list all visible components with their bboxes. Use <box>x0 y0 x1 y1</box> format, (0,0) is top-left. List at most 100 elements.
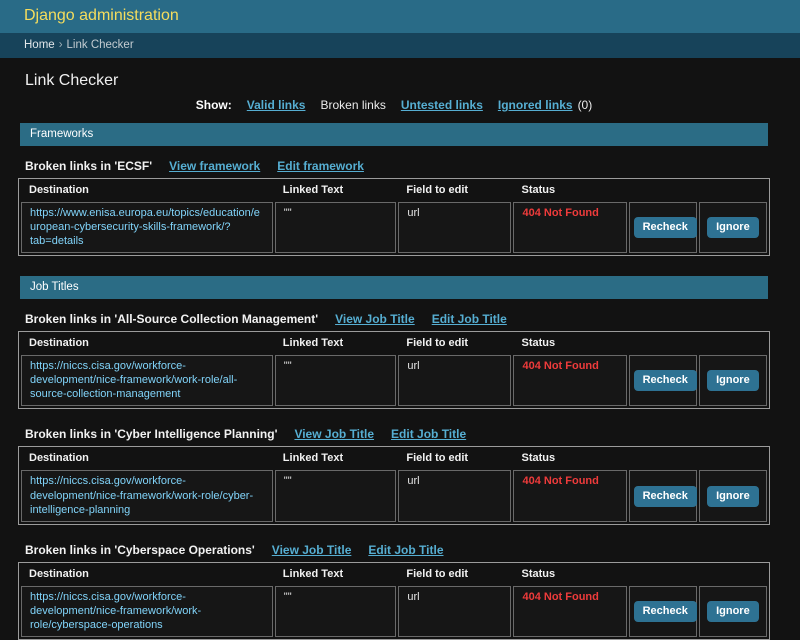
main-content: Link Checker Show: Valid links Broken li… <box>0 58 800 640</box>
column-header-field: Field to edit <box>406 184 469 196</box>
destination-link[interactable]: https://niccs.cisa.gov/workforce-develop… <box>30 360 237 400</box>
breadcrumb-current: Link Checker <box>66 39 134 51</box>
group-heading-row: Broken links in 'Cyber Intelligence Plan… <box>25 427 770 441</box>
column-header-status: Status <box>521 184 556 196</box>
destination-link[interactable]: https://niccs.cisa.gov/workforce-develop… <box>30 475 253 515</box>
module-caption-frameworks: Frameworks <box>20 123 768 146</box>
column-header-recheck <box>629 334 697 353</box>
broken-links-group: Broken links in 'All-Source Collection M… <box>18 312 770 410</box>
group-heading: Broken links in 'Cyber Intelligence Plan… <box>25 427 278 442</box>
show-filter-row: Show: Valid links Broken links Untested … <box>18 98 770 112</box>
module-frameworks: Frameworks Broken links in 'ECSF' View f… <box>18 123 770 257</box>
edit-object-link[interactable]: Edit Job Title <box>432 312 507 326</box>
ignore-cell: Ignore <box>698 355 767 407</box>
ignore-cell: Ignore <box>698 585 767 637</box>
destination-cell: https://niccs.cisa.gov/workforce-develop… <box>21 585 273 637</box>
table-row: https://niccs.cisa.gov/workforce-develop… <box>21 585 767 637</box>
column-header-status: Status <box>521 337 556 350</box>
broken-links-group: Broken links in 'ECSF' View framework Ed… <box>18 159 770 257</box>
column-header-linked-text: Linked Text <box>282 184 344 196</box>
destination-link[interactable]: https://niccs.cisa.gov/workforce-develop… <box>30 591 201 631</box>
broken-links-table: Destination Linked Text Field to edit St… <box>18 178 770 257</box>
column-header-destination: Destination <box>29 337 89 350</box>
column-header-ignore <box>699 181 767 200</box>
broken-links-group: Broken links in 'Cyberspace Operations' … <box>18 543 770 640</box>
filter-broken-links-current: Broken links <box>320 98 386 112</box>
ignore-button[interactable]: Ignore <box>707 600 759 622</box>
view-object-link[interactable]: View framework <box>169 159 260 173</box>
view-object-link[interactable]: View Job Title <box>294 427 374 441</box>
column-header-ignore <box>699 334 767 353</box>
breadcrumb: Home › Link Checker <box>0 33 800 58</box>
column-header-recheck <box>629 449 697 468</box>
module-caption-job-titles: Job Titles <box>20 276 768 300</box>
linked-text-cell: "" <box>274 470 397 522</box>
table-row: https://niccs.cisa.gov/workforce-develop… <box>21 470 767 522</box>
column-header-field: Field to edit <box>406 567 469 580</box>
field-cell: url <box>398 470 512 522</box>
view-object-link[interactable]: View Job Title <box>335 312 415 326</box>
page-title: Link Checker <box>25 72 119 89</box>
status-cell: 404 Not Found <box>513 202 627 254</box>
column-header-field: Field to edit <box>406 337 469 350</box>
column-header-field: Field to edit <box>406 452 469 465</box>
group-heading: Broken links in 'ECSF' <box>25 159 153 173</box>
destination-link[interactable]: https://www.enisa.europa.eu/topics/educa… <box>30 207 260 247</box>
site-header: Django administration <box>0 0 800 33</box>
destination-cell: https://niccs.cisa.gov/workforce-develop… <box>21 470 273 522</box>
table-header-row: Destination Linked Text Field to edit St… <box>21 181 767 200</box>
recheck-cell: Recheck <box>628 355 697 407</box>
column-header-linked-text: Linked Text <box>282 567 344 580</box>
filter-untested-links[interactable]: Untested links <box>401 98 483 112</box>
column-header-ignore <box>699 565 767 584</box>
column-header-ignore <box>699 449 767 468</box>
show-filter-label: Show: <box>195 98 232 112</box>
filter-ignored-links[interactable]: Ignored links <box>498 98 573 112</box>
recheck-button[interactable]: Recheck <box>633 600 697 622</box>
table-header-row: Destination Linked Text Field to edit St… <box>21 565 767 584</box>
linked-text-cell: "" <box>274 355 397 407</box>
ignore-button[interactable]: Ignore <box>707 370 759 392</box>
breadcrumb-home-link[interactable]: Home <box>24 39 55 51</box>
recheck-cell: Recheck <box>628 585 697 637</box>
edit-object-link[interactable]: Edit Job Title <box>391 427 466 441</box>
column-header-linked-text: Linked Text <box>282 337 344 350</box>
linked-text-cell: "" <box>274 585 397 637</box>
column-header-status: Status <box>521 567 556 580</box>
column-header-recheck <box>629 181 697 200</box>
ignore-button[interactable]: Ignore <box>707 485 759 507</box>
ignore-cell: Ignore <box>698 202 767 254</box>
module-job-titles: Job Titles Broken links in 'All-Source C… <box>18 276 770 640</box>
filter-valid-links[interactable]: Valid links <box>247 98 306 112</box>
site-brand-link[interactable]: Django administration <box>24 7 179 25</box>
ignore-cell: Ignore <box>698 470 767 522</box>
recheck-button[interactable]: Recheck <box>633 370 697 392</box>
column-header-recheck <box>629 565 697 584</box>
table-row: https://niccs.cisa.gov/workforce-develop… <box>21 355 767 407</box>
table-row: https://www.enisa.europa.eu/topics/educa… <box>21 202 767 254</box>
broken-links-group: Broken links in 'Cyber Intelligence Plan… <box>18 427 770 525</box>
recheck-button[interactable]: Recheck <box>633 217 697 239</box>
column-header-linked-text: Linked Text <box>282 452 344 465</box>
linked-text-cell: "" <box>274 202 397 254</box>
field-cell: url <box>398 585 512 637</box>
edit-object-link[interactable]: Edit framework <box>277 159 364 173</box>
filter-ignored-count: (0) <box>577 98 593 112</box>
broken-links-table: Destination Linked Text Field to edit St… <box>18 446 770 525</box>
ignore-button[interactable]: Ignore <box>707 217 759 239</box>
breadcrumb-separator: › <box>58 39 63 51</box>
group-heading: Broken links in 'All-Source Collection M… <box>25 312 319 327</box>
group-heading-row: Broken links in 'ECSF' View framework Ed… <box>25 159 770 173</box>
column-header-destination: Destination <box>29 184 89 196</box>
status-cell: 404 Not Found <box>513 470 627 522</box>
recheck-button[interactable]: Recheck <box>633 485 697 507</box>
destination-cell: https://www.enisa.europa.eu/topics/educa… <box>21 202 273 254</box>
broken-links-table: Destination Linked Text Field to edit St… <box>18 331 770 410</box>
field-cell: url <box>398 355 512 407</box>
status-cell: 404 Not Found <box>513 355 627 407</box>
table-header-row: Destination Linked Text Field to edit St… <box>21 334 767 353</box>
group-heading-row: Broken links in 'All-Source Collection M… <box>25 312 770 326</box>
column-header-destination: Destination <box>29 452 89 465</box>
column-header-destination: Destination <box>29 567 89 580</box>
column-header-status: Status <box>521 452 556 465</box>
